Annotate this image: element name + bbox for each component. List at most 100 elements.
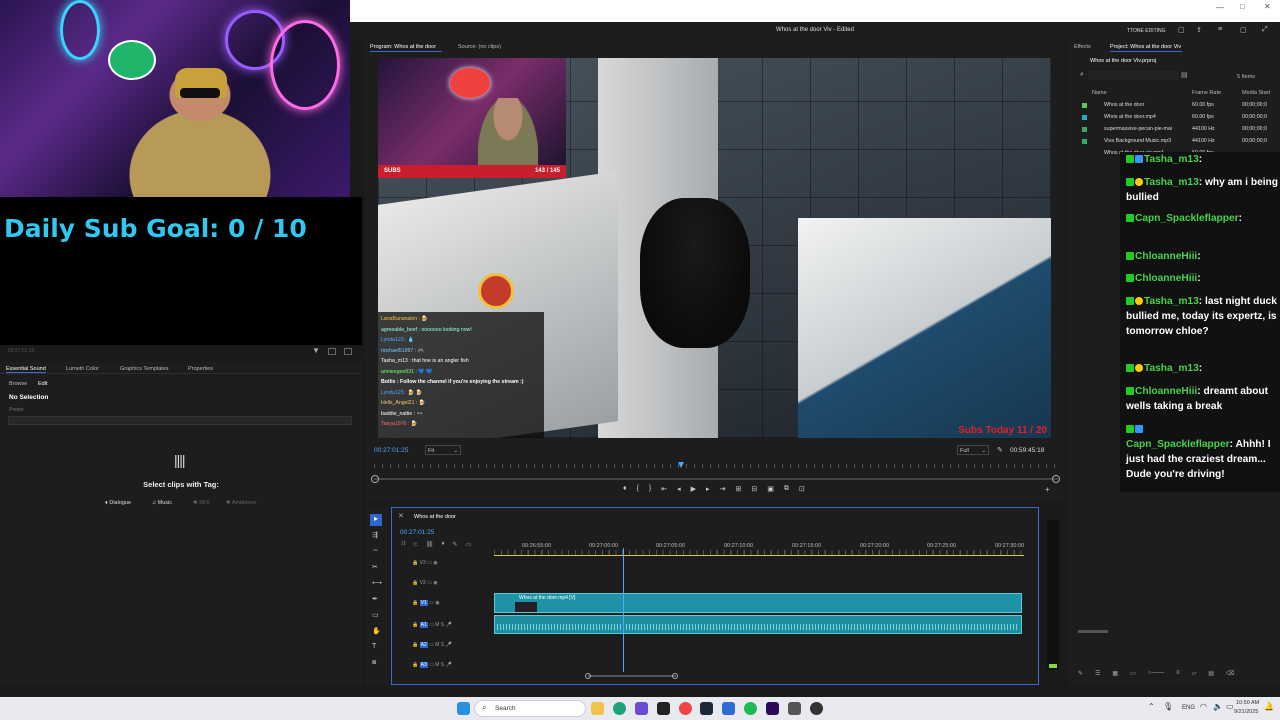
notification-icon[interactable]: 🔔 bbox=[1264, 702, 1274, 711]
pencil-icon[interactable]: ✎ bbox=[1078, 670, 1083, 680]
start-icon[interactable] bbox=[457, 702, 470, 715]
list-item[interactable]: Whos at the door.mp4 bbox=[1104, 114, 1156, 120]
track-v2[interactable]: 🔒 V2 ▭ ◉ bbox=[412, 580, 438, 586]
track-a2[interactable]: 🔒 A2 ▭ M S 🎤 bbox=[412, 642, 452, 648]
audio-clip[interactable] bbox=[494, 615, 1022, 634]
folder-icon[interactable]: ▤ bbox=[1181, 71, 1188, 79]
preset-dropdown[interactable] bbox=[8, 416, 352, 425]
delete-icon[interactable]: ⌫ bbox=[1226, 670, 1234, 680]
sequence-tab[interactable]: Whos at the door bbox=[414, 514, 456, 520]
panel-icon[interactable]: ▢ bbox=[1178, 26, 1185, 34]
battery-icon[interactable]: ▭ bbox=[1226, 702, 1234, 711]
tag-dialogue[interactable]: ♦ Dialogue bbox=[105, 500, 131, 506]
timeline-playhead[interactable] bbox=[623, 548, 625, 672]
list-view-icon[interactable]: ☰ bbox=[1095, 670, 1100, 680]
tab-properties[interactable]: Properties bbox=[188, 366, 213, 372]
col-frame-rate[interactable]: Frame Rate bbox=[1192, 90, 1221, 96]
list-item[interactable]: Whos at the door bbox=[1104, 102, 1144, 108]
play-icon[interactable]: ▶ bbox=[691, 485, 696, 497]
tab-graphics-templates[interactable]: Graphics Templates bbox=[120, 366, 169, 372]
video-clip[interactable]: Whos at the door.mp4 [V] bbox=[494, 593, 1022, 613]
clock-date[interactable]: 9/21/2025 bbox=[1234, 709, 1258, 715]
zoom-handle-right[interactable] bbox=[1052, 475, 1060, 483]
new-item-icon[interactable]: ▤ bbox=[1208, 670, 1214, 680]
pen-icon[interactable]: ✒ bbox=[372, 595, 378, 603]
timeline-scrollbar[interactable] bbox=[588, 675, 676, 677]
tab-effects[interactable]: Effects bbox=[1074, 44, 1091, 50]
file-explorer-icon[interactable] bbox=[591, 702, 604, 715]
vr-icon[interactable]: ⊡ bbox=[799, 485, 805, 497]
chevron-up-icon[interactable]: ⌃ bbox=[1148, 702, 1155, 711]
track-a1[interactable]: 🔒 A1 ▭ M S 🎤 bbox=[412, 622, 452, 628]
linked-icon[interactable]: ⛓ bbox=[426, 541, 434, 550]
go-to-out-icon[interactable]: ⇥ bbox=[720, 485, 726, 497]
obs-icon[interactable] bbox=[810, 702, 823, 715]
track-v1[interactable]: 🔒 V1 ▭ ◉ bbox=[412, 600, 440, 606]
sort-icon[interactable]: ≡ bbox=[1176, 670, 1180, 680]
tab-program[interactable]: Program: Whos at the door bbox=[370, 44, 436, 50]
zoom-handle-left[interactable] bbox=[371, 475, 379, 483]
spotify-icon[interactable] bbox=[744, 702, 757, 715]
premiere-icon[interactable] bbox=[766, 702, 779, 715]
step-back-icon[interactable]: ◂ bbox=[677, 485, 681, 497]
tag-sfx[interactable]: ✱ SFX bbox=[193, 500, 210, 506]
close-icon[interactable]: ✕ bbox=[398, 512, 404, 520]
close-button[interactable]: ✕ bbox=[1264, 2, 1271, 11]
mic-icon[interactable]: 🎙 bbox=[1163, 702, 1173, 711]
extract-icon[interactable]: ⊟ bbox=[751, 485, 757, 497]
ripple-edit-icon[interactable]: ⇔ bbox=[372, 547, 379, 554]
col-name[interactable]: Name bbox=[1092, 90, 1107, 96]
app-icon[interactable] bbox=[657, 702, 670, 715]
timeline-timecode[interactable]: 00:27:01:25 bbox=[400, 529, 434, 536]
store-icon[interactable] bbox=[722, 702, 735, 715]
settings-icon[interactable] bbox=[328, 348, 336, 355]
tab-lumetri-color[interactable]: Lumetri Color bbox=[66, 366, 99, 372]
program-timecode[interactable]: 00:27:01:25 bbox=[374, 447, 408, 454]
list-item[interactable]: Viva Background Music.mp3 bbox=[1104, 138, 1171, 144]
tab-source[interactable]: Source: (no clips) bbox=[458, 44, 501, 50]
snap-icon[interactable]: ⊂ bbox=[413, 541, 418, 550]
razor-icon[interactable]: ✂ bbox=[372, 563, 378, 571]
clock-time[interactable]: 10:50 AM bbox=[1236, 700, 1259, 706]
mark-in-icon[interactable]: { bbox=[637, 485, 639, 497]
teams-icon[interactable] bbox=[635, 702, 648, 715]
tag-ambience[interactable]: ✱ Ambience bbox=[226, 500, 256, 506]
workspace-label[interactable]: TTONE EDITING bbox=[1127, 28, 1166, 34]
zoom-bar[interactable] bbox=[374, 478, 1058, 480]
marker-icon[interactable]: ♦ bbox=[441, 541, 444, 550]
menu-icon[interactable]: ≡ bbox=[1218, 26, 1222, 33]
track-select-icon[interactable]: ⇶ bbox=[372, 531, 378, 539]
project-search-input[interactable] bbox=[1088, 71, 1178, 80]
minimize-button[interactable]: — bbox=[1216, 3, 1224, 12]
volume-icon[interactable]: 🔈 bbox=[1213, 702, 1223, 711]
window-icon[interactable]: ▢ bbox=[1240, 26, 1247, 34]
marker-icon[interactable]: ♦ bbox=[623, 485, 627, 497]
wifi-icon[interactable]: ◠ bbox=[1200, 702, 1207, 711]
go-to-in-icon[interactable]: ⇤ bbox=[661, 485, 667, 497]
chrome-icon[interactable] bbox=[679, 702, 692, 715]
slip-icon[interactable]: ⟷ bbox=[372, 579, 382, 587]
compare-icon[interactable]: ⧉ bbox=[784, 485, 789, 497]
step-forward-icon[interactable]: ▸ bbox=[706, 485, 710, 497]
maximize-button[interactable]: □ bbox=[1240, 2, 1245, 11]
tag-music[interactable]: ♫ Music bbox=[152, 500, 172, 506]
fit-dropdown[interactable]: Fit ⌄ bbox=[425, 445, 461, 455]
list-item[interactable]: supermassive-pecan-pie-mai bbox=[1104, 126, 1172, 132]
export-icon[interactable] bbox=[344, 348, 352, 355]
taskbar-search[interactable]: ⌕ Search bbox=[474, 700, 586, 717]
subtab-edit[interactable]: Edit bbox=[38, 381, 47, 387]
hand-icon[interactable]: ✋ bbox=[372, 627, 381, 635]
lift-icon[interactable]: ⊞ bbox=[735, 485, 741, 497]
export-frame-icon[interactable]: ▣ bbox=[767, 485, 774, 497]
type-icon[interactable]: T bbox=[372, 643, 376, 650]
new-bin-icon[interactable]: ▱ bbox=[1192, 670, 1197, 680]
app-icon[interactable] bbox=[788, 702, 801, 715]
settings-icon[interactable]: ✎ bbox=[453, 541, 458, 550]
nest-icon[interactable]: ⤨ bbox=[400, 541, 405, 550]
mark-out-icon[interactable]: } bbox=[649, 485, 651, 497]
wrench-icon[interactable]: ✎ bbox=[997, 446, 1003, 454]
project-scrollbar[interactable] bbox=[1078, 630, 1108, 633]
col-media-start[interactable]: Media Start bbox=[1242, 90, 1270, 96]
quality-dropdown[interactable]: Full ⌄ bbox=[957, 445, 989, 455]
steam-icon[interactable] bbox=[700, 702, 713, 715]
